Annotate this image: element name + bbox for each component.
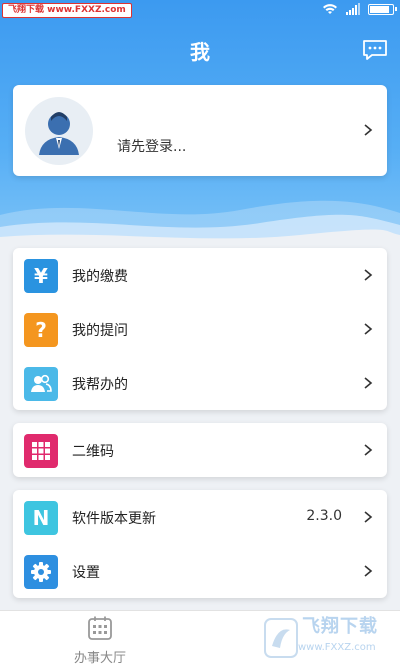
menu-card-account: ¥ 我的缴费 ? 我的提问 我帮办的 [13, 248, 387, 410]
watermark-logo: 飞翔下载 www.FXXZ.com [262, 612, 396, 664]
gear-icon [24, 555, 58, 589]
battery-icon [368, 3, 397, 15]
calendar-icon [88, 616, 112, 640]
page-title: 我 [190, 40, 210, 64]
menu-item-label: 二维码 [72, 444, 114, 460]
question-icon: ? [24, 313, 58, 347]
wifi-icon [323, 4, 337, 14]
menu-item-label: 我的提问 [72, 323, 128, 339]
menu-item-label: 设置 [72, 565, 100, 581]
menu-item-label: 我的缴费 [72, 269, 128, 285]
wave-decoration [0, 200, 400, 245]
menu-item-helped[interactable]: 我帮办的 [13, 356, 387, 410]
yen-icon: ¥ [24, 259, 58, 293]
signal-icon [346, 3, 360, 15]
chevron-right-icon [364, 511, 373, 523]
chevron-right-icon [364, 124, 373, 136]
users-icon [24, 367, 58, 401]
n-icon: N [24, 501, 58, 535]
chevron-right-icon [364, 269, 373, 281]
chevron-right-icon [364, 565, 373, 577]
menu-item-label: 软件版本更新 [72, 511, 156, 527]
menu-item-payment[interactable]: ¥ 我的缴费 [13, 248, 387, 302]
chevron-right-icon [364, 377, 373, 389]
menu-item-questions[interactable]: ? 我的提问 [13, 302, 387, 356]
menu-item-update[interactable]: N 软件版本更新 2.3.0 [13, 490, 387, 544]
grid-icon [24, 434, 58, 468]
watermark-brand: 飞翔下载 [302, 616, 378, 637]
menu-item-qrcode[interactable]: 二维码 [13, 423, 387, 477]
version-value: 2.3.0 [306, 508, 342, 524]
chevron-right-icon [364, 323, 373, 335]
menu-card-qr: 二维码 [13, 423, 387, 477]
chevron-right-icon [364, 444, 373, 456]
status-bar: 飞翔下载 www.FXXZ.com [0, 0, 400, 22]
login-card[interactable]: 请先登录... [13, 85, 387, 176]
watermark-url: www.FXXZ.com [298, 642, 376, 653]
chat-bubble-icon[interactable] [362, 38, 388, 62]
watermark-emblem-icon [264, 618, 298, 658]
user-avatar-icon [25, 97, 93, 165]
tab-service-hall[interactable]: 办事大厅 [60, 615, 140, 666]
menu-item-label: 我帮办的 [72, 377, 128, 393]
menu-item-settings[interactable]: 设置 [13, 544, 387, 598]
status-watermark: 飞翔下载 www.FXXZ.com [2, 3, 132, 18]
tab-label: 办事大厅 [73, 651, 126, 666]
login-prompt: 请先登录... [117, 139, 187, 155]
menu-card-app: N 软件版本更新 2.3.0 设置 [13, 490, 387, 598]
